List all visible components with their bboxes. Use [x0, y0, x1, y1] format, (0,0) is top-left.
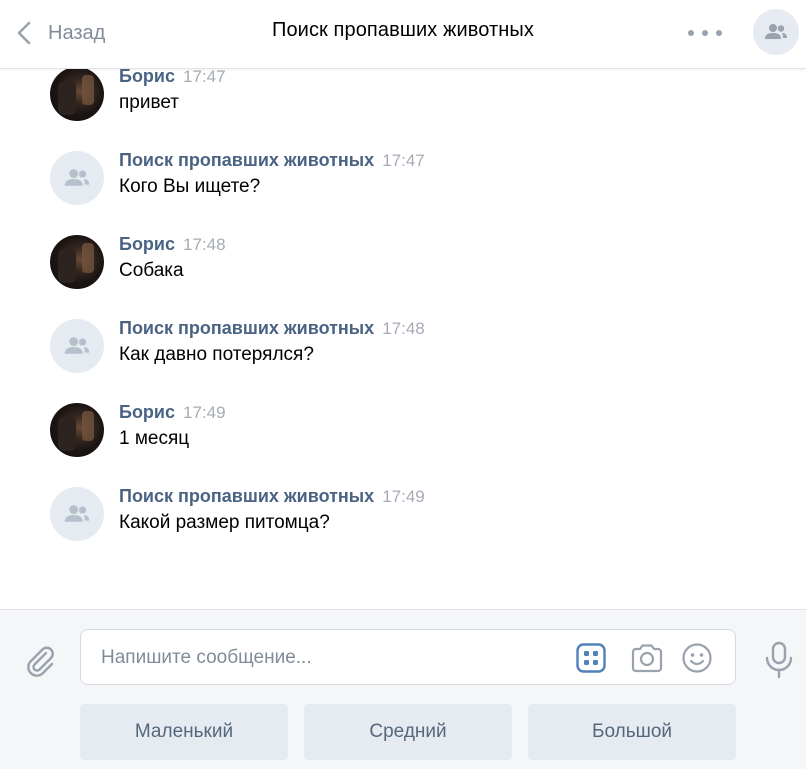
microphone-icon — [765, 641, 793, 679]
message-author[interactable]: Поиск пропавших животных — [119, 318, 374, 338]
attach-button[interactable] — [22, 642, 58, 678]
message-author[interactable]: Поиск пропавших животных — [119, 486, 374, 506]
keyboard-button-large[interactable]: Большой — [528, 704, 736, 760]
message-input[interactable] — [99, 630, 543, 686]
smile-icon — [682, 643, 712, 673]
message-input-box — [80, 629, 736, 686]
composer-panel: Маленький Средний Большой — [0, 609, 806, 769]
paperclip-icon — [27, 646, 54, 677]
message-item: Поиск пропавших животных 17:49 Какой разм… — [50, 486, 750, 557]
message-item: Борис 17:49 1 месяц — [50, 402, 750, 473]
keyboard-grid-icon — [576, 643, 606, 673]
group-avatar[interactable] — [50, 319, 104, 373]
message-time: 17:49 — [382, 487, 425, 506]
user-avatar[interactable] — [50, 403, 104, 457]
message-time: 17:48 — [183, 235, 226, 254]
keyboard-button-small[interactable]: Маленький — [80, 704, 288, 760]
message-author[interactable]: Поиск пропавших животных — [119, 150, 374, 170]
user-avatar[interactable] — [50, 235, 104, 289]
message-time: 17:48 — [382, 319, 425, 338]
users-icon — [64, 337, 90, 354]
group-avatar[interactable] — [50, 487, 104, 541]
message-text: привет — [119, 92, 179, 113]
message-text: Кого Вы ищете? — [119, 176, 261, 197]
message-text: Собака — [119, 260, 184, 281]
emoji-button[interactable] — [681, 642, 713, 674]
community-avatar-button[interactable] — [753, 9, 799, 55]
message-text: 1 месяц — [119, 428, 190, 449]
message-time: 17:49 — [183, 403, 226, 422]
users-icon — [64, 169, 90, 186]
message-text: Какой размер питомца? — [119, 512, 330, 533]
more-options-icon[interactable] — [688, 22, 722, 44]
voice-message-button[interactable] — [762, 640, 796, 680]
message-author[interactable]: Борис — [119, 69, 175, 86]
message-time: 17:47 — [183, 69, 226, 86]
chat-title: Поиск пропавших животных — [271, 19, 535, 41]
camera-icon — [631, 644, 663, 673]
bot-keyboard-button[interactable] — [575, 642, 607, 674]
message-item: Борис 17:48 Собака — [50, 234, 750, 305]
users-icon — [765, 24, 787, 39]
keyboard-button-medium[interactable]: Средний — [304, 704, 512, 760]
message-time: 17:47 — [382, 151, 425, 170]
message-author[interactable]: Борис — [119, 234, 175, 254]
camera-button[interactable] — [629, 642, 665, 674]
message-author[interactable]: Борис — [119, 402, 175, 422]
chat-header: Назад Поиск пропавших животных — [0, 0, 806, 69]
user-avatar[interactable] — [50, 69, 104, 121]
message-item: Поиск пропавших животных 17:48 Как давно … — [50, 318, 750, 389]
bot-keyboard: Маленький Средний Большой — [80, 704, 738, 760]
message-item: Поиск пропавших животных 17:47 Кого Вы ищ… — [50, 150, 750, 221]
message-item: Борис 17:47 привет — [50, 69, 750, 137]
group-avatar[interactable] — [50, 151, 104, 205]
message-list[interactable]: Борис 17:47 привет Поиск пропавших животн… — [0, 69, 806, 609]
users-icon — [64, 505, 90, 522]
message-text: Как давно потерялся? — [119, 344, 314, 365]
